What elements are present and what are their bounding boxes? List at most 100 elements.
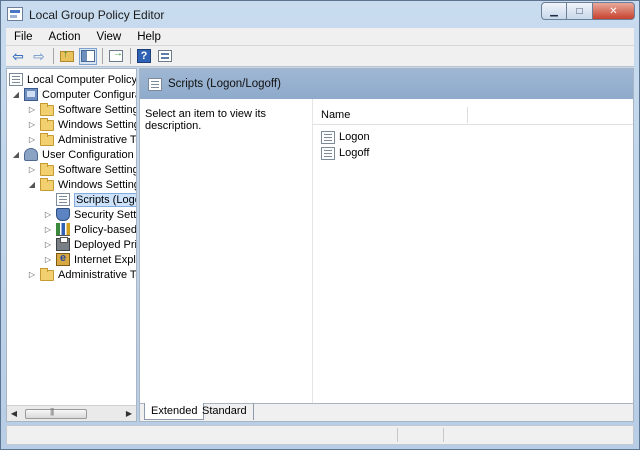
expanded-arrow-icon[interactable]: ◢: [11, 150, 21, 159]
folder-icon: [40, 103, 54, 116]
collapsed-arrow-icon[interactable]: ▷: [43, 240, 53, 249]
tree-item-label: Security Settin: [74, 208, 137, 221]
toolbar-separator: [130, 48, 131, 64]
shield-icon: [56, 208, 70, 221]
tree-item-label: Software Settings: [58, 163, 137, 176]
scroll-track[interactable]: [21, 407, 122, 421]
internet-explorer-icon: [56, 252, 70, 266]
export-list-button[interactable]: [107, 48, 125, 65]
menu-view[interactable]: View: [89, 31, 130, 43]
tree-item-label: Internet Explo: [74, 253, 137, 266]
tree-item-software-settings[interactable]: ▷ Software Settings: [27, 162, 137, 177]
tree-item-security-settings[interactable]: ▷ Security Settin: [43, 207, 137, 222]
bar-chart-icon: [56, 223, 70, 236]
tree-item-administrative-templates[interactable]: ▷ Administrative Te: [27, 132, 137, 147]
tree-item-windows-settings[interactable]: ▷ Windows Setting: [27, 117, 136, 132]
tree-item-computer-configuration[interactable]: ◢ Computer Configura: [11, 87, 136, 102]
toolbar-separator: [53, 48, 54, 64]
back-button[interactable]: ⇦: [9, 48, 27, 65]
collapsed-arrow-icon[interactable]: ▷: [27, 135, 37, 144]
menu-file[interactable]: File: [6, 31, 41, 43]
help-icon: ?: [137, 49, 151, 63]
tree-item-scripts-logon-logoff[interactable]: Scripts (Logon: [56, 192, 136, 207]
printer-icon: [56, 237, 70, 251]
collapsed-arrow-icon[interactable]: ▷: [43, 225, 53, 234]
scroll-thumb[interactable]: [25, 407, 87, 419]
item-list[interactable]: Name Logon Logoff: [312, 99, 633, 405]
show-hide-tree-button[interactable]: [79, 47, 97, 65]
show-hide-tree-icon: [81, 50, 95, 62]
tree-item-label: Administrative Te: [58, 133, 137, 146]
up-folder-icon: [60, 49, 74, 62]
folder-icon: [40, 133, 54, 146]
back-arrow-icon: ⇦: [12, 48, 24, 64]
close-button[interactable]: ✕: [593, 2, 635, 20]
menu-action[interactable]: Action: [41, 31, 89, 43]
list-item-logoff[interactable]: Logoff: [321, 145, 369, 161]
tree-item-label: Windows Setting: [58, 178, 137, 191]
scripts-icon: [148, 77, 162, 91]
status-bar: [6, 425, 634, 445]
tree-item-internet-explorer-maintenance[interactable]: ▷ Internet Explo: [43, 252, 137, 267]
details-pane: Scripts (Logon/Logoff) Select an item to…: [139, 68, 634, 422]
expanded-arrow-icon[interactable]: ◢: [11, 90, 21, 99]
minimize-button[interactable]: ▁: [541, 2, 567, 20]
toolbar-separator: [102, 48, 103, 64]
tree-item-software-settings[interactable]: ▷ Software Settings: [27, 102, 136, 117]
collapsed-arrow-icon[interactable]: ▷: [43, 210, 53, 219]
column-header-name[interactable]: Name: [321, 109, 350, 121]
menu-help[interactable]: Help: [129, 31, 169, 43]
console-tree[interactable]: Local Computer Policy ◢ Computer Configu…: [6, 68, 137, 422]
computer-icon: [24, 88, 38, 101]
app-icon: [7, 7, 23, 21]
script-item-icon: [321, 130, 335, 144]
list-item-label: Logoff: [339, 147, 370, 159]
tree-horizontal-scrollbar[interactable]: ◀ ▶: [7, 405, 136, 421]
up-one-level-button[interactable]: [58, 48, 76, 65]
toolbar: ⇦ ⇨ ?: [6, 46, 634, 67]
export-list-icon: [109, 48, 123, 62]
details-header: Scripts (Logon/Logoff): [140, 69, 633, 99]
forward-button[interactable]: ⇨: [30, 48, 48, 65]
status-separator: [397, 428, 398, 442]
collapsed-arrow-icon[interactable]: ▷: [27, 120, 37, 129]
tree-item-label: Scripts (Logon: [74, 192, 136, 207]
folder-icon: [40, 163, 54, 176]
tree-item-windows-settings[interactable]: ◢ Windows Setting: [27, 177, 137, 192]
collapsed-arrow-icon[interactable]: ▷: [43, 255, 53, 264]
title-bar[interactable]: Local Group Policy Editor ▁ □ ✕: [1, 1, 639, 28]
folder-icon: [40, 178, 54, 191]
maximize-button[interactable]: □: [567, 2, 593, 20]
collapsed-arrow-icon[interactable]: ▷: [27, 270, 37, 279]
column-header-row: Name: [313, 105, 633, 125]
expanded-arrow-icon[interactable]: ◢: [27, 180, 37, 189]
view-tabs: Extended Standard: [140, 403, 633, 421]
policy-icon: [9, 73, 23, 86]
folder-icon: [40, 268, 54, 281]
scripts-icon: [56, 193, 70, 206]
menu-bar: File Action View Help: [6, 28, 634, 46]
folder-icon: [40, 118, 54, 131]
scroll-right-icon[interactable]: ▶: [122, 409, 136, 418]
tree-item-deployed-printers[interactable]: ▷ Deployed Prin: [43, 237, 137, 252]
tree-item-administrative-templates[interactable]: ▷ Administrative Te: [27, 267, 136, 282]
tree-item-policy-based-qos[interactable]: ▷ Policy-based: [43, 222, 137, 237]
app-window: Local Group Policy Editor ▁ □ ✕ File Act…: [0, 0, 640, 450]
tree-item-local-computer-policy[interactable]: Local Computer Policy: [9, 72, 136, 87]
view-button[interactable]: [156, 48, 174, 65]
view-icon: [158, 50, 172, 62]
help-button[interactable]: ?: [135, 48, 153, 65]
status-separator: [443, 428, 444, 442]
column-divider[interactable]: [467, 107, 468, 123]
tree-item-label: Policy-based: [74, 223, 137, 236]
window-controls: ▁ □ ✕: [541, 2, 635, 20]
tree-item-label: User Configuration: [42, 148, 134, 161]
scroll-left-icon[interactable]: ◀: [7, 409, 21, 418]
collapsed-arrow-icon[interactable]: ▷: [27, 105, 37, 114]
tree-item-user-configuration[interactable]: ◢ User Configuration: [11, 147, 134, 162]
tab-standard[interactable]: Standard: [196, 403, 254, 420]
list-item-logon[interactable]: Logon: [321, 129, 370, 145]
tree-item-label: Deployed Prin: [74, 238, 137, 251]
collapsed-arrow-icon[interactable]: ▷: [27, 165, 37, 174]
window-title: Local Group Policy Editor: [29, 8, 165, 22]
